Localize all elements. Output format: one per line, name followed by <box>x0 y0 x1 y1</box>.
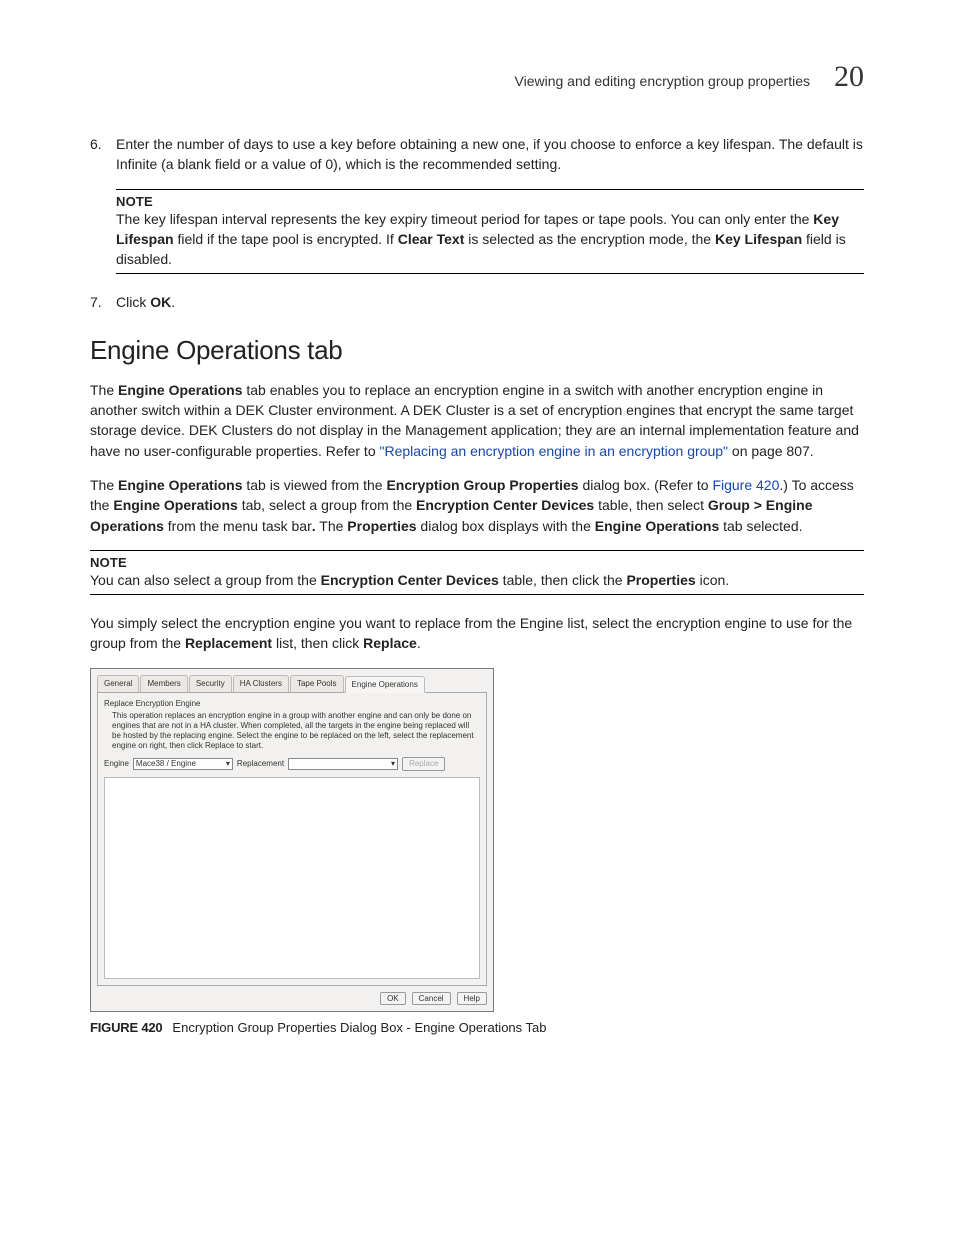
step-6: 6. Enter the number of days to use a key… <box>90 134 864 175</box>
step-number: 7. <box>90 292 116 312</box>
ok-button[interactable]: OK <box>380 992 406 1006</box>
cancel-button[interactable]: Cancel <box>412 992 451 1006</box>
figure-caption: FIGURE 420 Encryption Group Properties Di… <box>90 1020 864 1035</box>
engine-combo-value: Mace38 / Engine <box>136 759 196 769</box>
replacement-combo[interactable]: ▾ <box>288 758 398 770</box>
step-number: 6. <box>90 134 116 175</box>
section-description: This operation replaces an encryption en… <box>112 711 480 751</box>
figure-dialog: General Members Security HA Clusters Tap… <box>90 668 494 1012</box>
engine-combo[interactable]: Mace38 / Engine ▾ <box>133 758 233 770</box>
link-replacing-engine[interactable]: "Replacing an encryption engine in an en… <box>380 443 729 459</box>
page-header: Viewing and editing encryption group pro… <box>90 60 864 94</box>
step-text: Click OK. <box>116 292 864 312</box>
chevron-down-icon: ▾ <box>391 759 395 769</box>
engine-list-area[interactable] <box>104 777 480 979</box>
note-key-lifespan: NOTE The key lifespan interval represent… <box>116 189 864 275</box>
tab-general[interactable]: General <box>97 675 139 693</box>
note-heading: NOTE <box>90 555 864 570</box>
dialog-tabs: General Members Security HA Clusters Tap… <box>97 675 487 694</box>
tab-panel: Replace Encryption Engine This operation… <box>97 693 487 985</box>
replace-button[interactable]: Replace <box>402 757 445 771</box>
tab-members[interactable]: Members <box>140 675 187 693</box>
figure-caption-text: Encryption Group Properties Dialog Box -… <box>172 1020 546 1035</box>
engine-row: Engine Mace38 / Engine ▾ Replacement ▾ R… <box>104 757 480 771</box>
link-figure-420[interactable]: Figure 420 <box>712 477 779 493</box>
chapter-number: 20 <box>834 60 864 94</box>
tab-security[interactable]: Security <box>189 675 232 693</box>
note-body: The key lifespan interval represents the… <box>116 209 864 270</box>
figure-label: FIGURE 420 <box>90 1020 162 1035</box>
heading-engine-operations-tab: Engine Operations tab <box>90 335 864 366</box>
note-properties-icon: NOTE You can also select a group from th… <box>90 550 864 595</box>
note-heading: NOTE <box>116 194 864 209</box>
engine-label: Engine <box>104 759 129 769</box>
tab-tape-pools[interactable]: Tape Pools <box>290 675 344 693</box>
note-body: You can also select a group from the Enc… <box>90 570 864 590</box>
help-button[interactable]: Help <box>457 992 487 1006</box>
chevron-down-icon: ▾ <box>226 759 230 769</box>
para-access: The Engine Operations tab is viewed from… <box>90 475 864 536</box>
para-instructions: You simply select the encryption engine … <box>90 613 864 654</box>
para-overview: The Engine Operations tab enables you to… <box>90 380 864 461</box>
section-title: Replace Encryption Engine <box>104 699 480 709</box>
dialog-button-row: OK Cancel Help <box>97 992 487 1006</box>
tab-ha-clusters[interactable]: HA Clusters <box>233 675 289 693</box>
page: Viewing and editing encryption group pro… <box>0 0 954 1095</box>
replacement-label: Replacement <box>237 759 284 769</box>
tab-engine-operations[interactable]: Engine Operations <box>345 676 425 694</box>
header-title: Viewing and editing encryption group pro… <box>515 73 811 89</box>
step-7: 7. Click OK. <box>90 292 864 312</box>
step-text: Enter the number of days to use a key be… <box>116 134 864 175</box>
